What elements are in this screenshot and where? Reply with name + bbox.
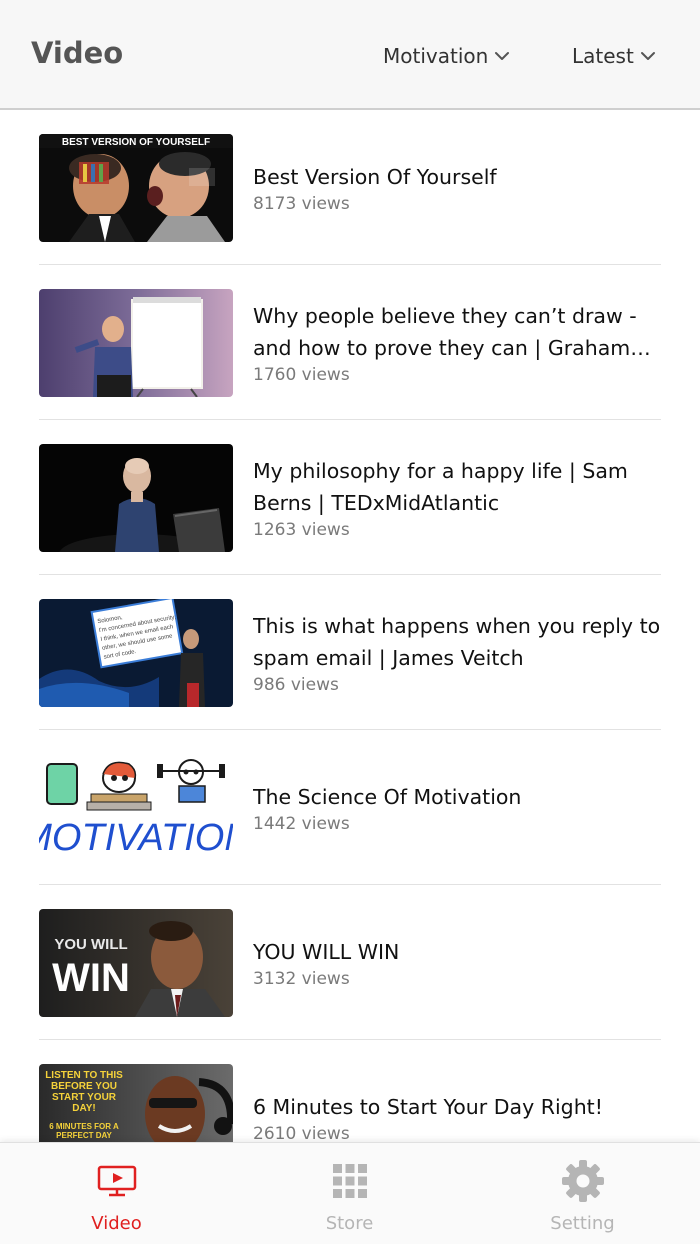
- tab-setting[interactable]: Setting: [466, 1143, 699, 1244]
- tab-setting-label: Setting: [550, 1213, 615, 1234]
- thumbnail-image: LISTEN TO THIS BEFORE YOU START YOUR DAY…: [39, 1064, 233, 1142]
- tab-store-label: Store: [325, 1213, 374, 1234]
- tab-video[interactable]: Video: [0, 1143, 233, 1244]
- gear-icon: [561, 1159, 605, 1203]
- video-info: 6 Minutes to Start Your Day Right! 2610 …: [253, 1040, 663, 1142]
- video-info: Why people believe they can’t draw - and…: [253, 265, 663, 420]
- video-info: The Science Of Motivation 1442 views: [253, 730, 663, 885]
- thumbnail-caption: 6 MINUTES FOR A PERFECT DAY: [49, 1122, 119, 1140]
- thumbnail-image: YOU WILL WIN: [39, 909, 233, 1017]
- video-views: 3132 views: [253, 969, 350, 989]
- tab-video-label: Video: [91, 1213, 142, 1234]
- video-info: My philosophy for a happy life | Sam Ber…: [253, 420, 663, 575]
- video-thumbnail[interactable]: Solomon, I'm concerned about security; I…: [39, 599, 233, 707]
- video-title[interactable]: Best Version Of Yourself: [253, 161, 663, 193]
- chevron-down-icon: [640, 52, 655, 60]
- video-title[interactable]: YOU WILL WIN: [253, 936, 663, 968]
- video-title[interactable]: My philosophy for a happy life | Sam Ber…: [253, 455, 663, 519]
- thumbnail-image: [39, 289, 233, 397]
- sort-dropdown-label: Latest: [572, 44, 634, 68]
- bottom-tab-bar: Video Store Setting: [0, 1142, 700, 1244]
- video-thumbnail[interactable]: LISTEN TO THIS BEFORE YOU START YOUR DAY…: [39, 1064, 233, 1142]
- video-thumbnail[interactable]: BEST VERSION OF YOURSELF: [39, 134, 233, 242]
- video-views: 1760 views: [253, 365, 350, 385]
- grid-icon: [328, 1159, 372, 1203]
- category-dropdown[interactable]: Motivation: [383, 40, 510, 72]
- video-info: Best Version Of Yourself 8173 views: [253, 110, 663, 265]
- tab-store[interactable]: Store: [233, 1143, 466, 1244]
- video-views: 1263 views: [253, 520, 350, 540]
- video-title[interactable]: Why people believe they can’t draw - and…: [253, 300, 663, 364]
- video-list-item[interactable]: LISTEN TO THIS BEFORE YOU START YOUR DAY…: [39, 1040, 661, 1142]
- thumbnail-image: BEST VERSION OF YOURSELF: [39, 134, 233, 242]
- video-title[interactable]: 6 Minutes to Start Your Day Right!: [253, 1091, 663, 1123]
- thumbnail-caption: WIN: [52, 956, 130, 1000]
- thumbnail-image: [39, 444, 233, 552]
- video-list-item[interactable]: YOU WILL WIN YOU WILL WIN 3132 views: [39, 885, 661, 1040]
- thumbnail-image: MOTIVATION: [39, 754, 233, 862]
- video-thumbnail[interactable]: MOTIVATION: [39, 754, 233, 862]
- chevron-down-icon: [495, 52, 510, 60]
- video-info: This is what happens when you reply to s…: [253, 575, 663, 730]
- video-title[interactable]: This is what happens when you reply to s…: [253, 610, 663, 674]
- page-title: Video: [31, 36, 124, 70]
- app-header: Video Motivation Latest: [0, 0, 700, 110]
- video-list[interactable]: BEST VERSION OF YOURSELF Best Version Of…: [0, 110, 700, 1142]
- video-thumbnail[interactable]: YOU WILL WIN: [39, 909, 233, 1017]
- thumbnail-image: Solomon, I'm concerned about security; I…: [39, 599, 233, 707]
- thumbnail-caption: YOU WILL: [54, 936, 127, 953]
- category-dropdown-label: Motivation: [383, 44, 489, 68]
- video-list-item[interactable]: Solomon, I'm concerned about security; I…: [39, 575, 661, 730]
- video-list-item[interactable]: Why people believe they can’t draw - and…: [39, 265, 661, 420]
- thumbnail-caption: BEST VERSION OF YOURSELF: [62, 137, 210, 148]
- thumbnail-caption: LISTEN TO THIS BEFORE YOU START YOUR DAY…: [45, 1070, 123, 1114]
- video-title[interactable]: The Science Of Motivation: [253, 781, 663, 813]
- video-views: 986 views: [253, 675, 339, 695]
- thumbnail-caption: MOTIVATION: [39, 817, 233, 859]
- video-views: 2610 views: [253, 1124, 350, 1142]
- sort-dropdown[interactable]: Latest: [572, 40, 656, 72]
- video-views: 1442 views: [253, 814, 350, 834]
- video-info: YOU WILL WIN 3132 views: [253, 885, 663, 1040]
- video-list-item[interactable]: MOTIVATION The Science Of Motivation 144…: [39, 730, 661, 885]
- video-thumbnail[interactable]: [39, 444, 233, 552]
- video-thumbnail[interactable]: [39, 289, 233, 397]
- monitor-play-icon: [95, 1159, 139, 1203]
- video-views: 8173 views: [253, 194, 350, 214]
- video-list-item[interactable]: BEST VERSION OF YOURSELF Best Version Of…: [39, 110, 661, 265]
- video-list-item[interactable]: My philosophy for a happy life | Sam Ber…: [39, 420, 661, 575]
